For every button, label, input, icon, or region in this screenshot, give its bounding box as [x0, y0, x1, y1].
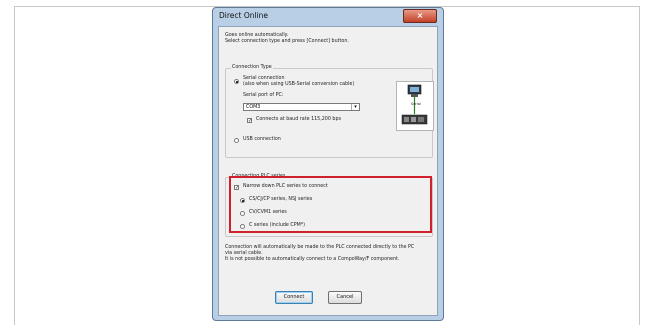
- intro-line-2: Select connection type and press [Connec…: [225, 39, 349, 44]
- title-bar: Direct Online ×: [213, 8, 443, 26]
- serial-connection-sublabel: (also when using USB-Serial conversion c…: [243, 82, 355, 87]
- intro-line-1: Goes online automatically.: [225, 33, 289, 38]
- window-title: Direct Online: [219, 11, 269, 20]
- connect-button-label: Connect: [283, 294, 305, 300]
- dialog-client-area: Goes online automatically. Select connec…: [218, 26, 438, 316]
- cancel-button[interactable]: Cancel: [328, 291, 362, 304]
- plc-connection-diagram: Serial: [396, 81, 434, 131]
- note-line-3: It is not possible to automatically conn…: [225, 257, 400, 262]
- cancel-button-label: Cancel: [336, 294, 354, 300]
- connect-button[interactable]: Connect: [275, 291, 313, 304]
- serial-connection-label: Serial connection: [243, 76, 285, 81]
- serial-port-label: Serial port of PC:: [243, 93, 284, 98]
- plc-series-highlight-box: [229, 176, 432, 233]
- serial-port-select[interactable]: COM3 ▾: [243, 103, 360, 111]
- frame-left-line: [14, 6, 15, 325]
- baud-rate-checkbox[interactable]: ✓: [247, 118, 252, 124]
- chevron-down-icon: ▾: [351, 104, 359, 110]
- serial-port-value: COM3: [246, 105, 261, 110]
- usb-connection-label: USB connection: [243, 137, 281, 142]
- note-line-1: Connection will automatically be made to…: [225, 245, 415, 250]
- frame-right-line: [639, 6, 640, 325]
- baud-rate-label: Connects at baud rate 115,200 bps: [256, 117, 342, 122]
- note-line-2: via serial cable.: [225, 251, 263, 256]
- direct-online-dialog: Direct Online × Goes online automaticall…: [212, 7, 444, 321]
- diagram-caption: Serial: [411, 102, 421, 106]
- close-button[interactable]: ×: [403, 9, 437, 23]
- serial-connection-radio[interactable]: [234, 79, 239, 84]
- close-icon: ×: [416, 11, 424, 20]
- usb-connection-radio[interactable]: [234, 138, 239, 143]
- connection-type-label: Connection Type: [231, 65, 273, 70]
